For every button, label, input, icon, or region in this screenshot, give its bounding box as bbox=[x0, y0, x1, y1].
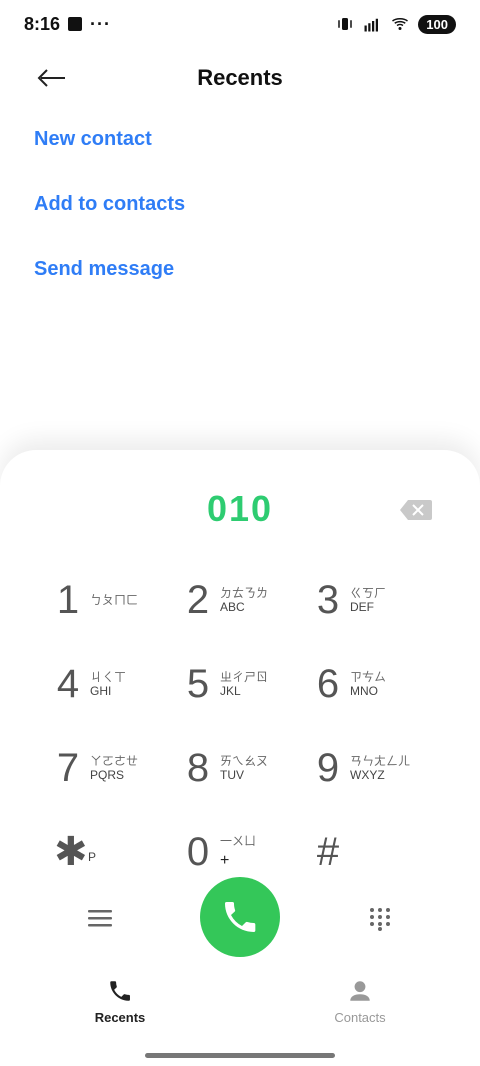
key-7-sub: ㄚㄛㄜㄝ PQRS bbox=[90, 754, 138, 782]
key-4-sub: ㄐㄑㄒ GHI bbox=[90, 670, 126, 698]
send-message-link[interactable]: Send message bbox=[34, 258, 185, 281]
square-icon bbox=[68, 17, 83, 31]
key-2-letters: ABC bbox=[220, 600, 245, 614]
key-5-letters: JKL bbox=[220, 684, 241, 698]
key-4-letters: GHI bbox=[90, 684, 112, 698]
battery-level: 100 bbox=[426, 16, 448, 32]
dialpad-icon bbox=[370, 908, 390, 931]
key-2-sub: ㄉㄊㄋㄌ ABC bbox=[220, 586, 268, 614]
key-1[interactable]: 1 ㄅㄆㄇㄈ bbox=[54, 565, 166, 635]
key-9-digit: 9 bbox=[316, 745, 340, 790]
key-0-zh: 一ㄨㄩ bbox=[220, 834, 257, 848]
dialer-controls bbox=[0, 868, 480, 968]
tab-recents[interactable]: Recents bbox=[60, 966, 180, 1036]
tab-contacts[interactable]: Contacts bbox=[300, 966, 420, 1036]
key-6-letters: MNO bbox=[350, 684, 378, 698]
key-7-zh: ㄚㄛㄜㄝ bbox=[90, 754, 139, 768]
menu-icon bbox=[88, 910, 112, 927]
key-0-sub: 一ㄨㄩ + bbox=[220, 834, 256, 870]
status-dots: ··· bbox=[90, 13, 112, 34]
keypad-row-1: 1 ㄅㄆㄇㄈ 2 ㄉㄊㄋㄌ ABC 3 ㄍㄎㄏ DEF bbox=[0, 558, 480, 642]
key-3-digit: 3 bbox=[316, 577, 340, 622]
backspace-button[interactable] bbox=[398, 498, 434, 522]
status-bar: 8:16 ··· 100 bbox=[0, 0, 480, 48]
arrow-left-icon bbox=[37, 69, 65, 87]
battery-indicator: 100 bbox=[418, 14, 456, 34]
key-1-sub: ㄅㄆㄇㄈ bbox=[90, 593, 138, 607]
key-7[interactable]: 7 ㄚㄛㄜㄝ PQRS bbox=[54, 733, 166, 803]
keypad-row-2: 4 ㄐㄑㄒ GHI 5 ㄓㄔㄕㄖ JKL 6 ㄗㄘㄙ MNO bbox=[0, 642, 480, 726]
call-button[interactable] bbox=[200, 877, 280, 957]
key-8[interactable]: 8 ㄞㄟㄠㄡ TUV bbox=[184, 733, 296, 803]
dialer-sheet: 010 1 ㄅㄆㄇㄈ 2 ㄉㄊㄋㄌ ABC 3 ㄍㄎㄏ DEF 4 ㄐㄑㄒ GH… bbox=[0, 450, 480, 1066]
key-2-digit: 2 bbox=[186, 577, 210, 622]
add-to-contacts-link[interactable]: Add to contacts bbox=[34, 193, 185, 216]
key-9-zh: ㄢㄣㄤㄥㄦ bbox=[350, 754, 411, 768]
key-5-zh: ㄓㄔㄕㄖ bbox=[220, 670, 269, 684]
person-icon bbox=[350, 980, 370, 1001]
key-3-zh: ㄍㄎㄏ bbox=[350, 586, 387, 600]
back-button[interactable] bbox=[32, 62, 72, 94]
header: Recents bbox=[0, 52, 480, 104]
bottom-nav: Recents Contacts bbox=[0, 966, 480, 1046]
key-5-sub: ㄓㄔㄕㄖ JKL bbox=[220, 670, 268, 698]
key-4-digit: 4 bbox=[56, 661, 80, 706]
key-1-digit: 1 bbox=[56, 577, 80, 622]
keypad-row-3: 7 ㄚㄛㄜㄝ PQRS 8 ㄞㄟㄠㄡ TUV 9 ㄢㄣㄤㄥㄦ WXYZ bbox=[0, 726, 480, 810]
key-9-sub: ㄢㄣㄤㄥㄦ WXYZ bbox=[350, 754, 410, 782]
keypad: 1 ㄅㄆㄇㄈ 2 ㄉㄊㄋㄌ ABC 3 ㄍㄎㄏ DEF 4 ㄐㄑㄒ GHI 5 … bbox=[0, 558, 480, 875]
key-6-digit: 6 bbox=[316, 661, 340, 706]
key-5-digit: 5 bbox=[186, 661, 210, 706]
key-6[interactable]: 6 ㄗㄘㄙ MNO bbox=[314, 649, 426, 719]
key-7-letters: PQRS bbox=[90, 768, 125, 782]
phone-icon bbox=[225, 902, 256, 932]
tab-recents-label: Recents bbox=[94, 1009, 146, 1025]
status-right: 100 bbox=[336, 14, 456, 34]
home-indicator[interactable] bbox=[145, 1053, 335, 1058]
key-8-sub: ㄞㄟㄠㄡ TUV bbox=[220, 754, 268, 782]
key-7-digit: 7 bbox=[56, 745, 80, 790]
key-2[interactable]: 2 ㄉㄊㄋㄌ ABC bbox=[184, 565, 296, 635]
key-3[interactable]: 3 ㄍㄎㄏ DEF bbox=[314, 565, 426, 635]
key-2-zh: ㄉㄊㄋㄌ bbox=[220, 586, 269, 600]
key-9[interactable]: 9 ㄢㄣㄤㄥㄦ WXYZ bbox=[314, 733, 426, 803]
key-5[interactable]: 5 ㄓㄔㄕㄖ JKL bbox=[184, 649, 296, 719]
key-9-letters: WXYZ bbox=[350, 768, 385, 782]
dialpad-toggle-button[interactable] bbox=[360, 898, 400, 938]
actions: New contact Add to contacts Send message bbox=[34, 128, 185, 323]
signal-icon bbox=[364, 18, 379, 32]
menu-button[interactable] bbox=[80, 898, 120, 938]
status-time: 8:16 bbox=[24, 13, 61, 34]
backspace-icon bbox=[400, 500, 432, 520]
key-3-sub: ㄍㄎㄏ DEF bbox=[350, 586, 386, 614]
key-4-zh: ㄐㄑㄒ bbox=[90, 670, 127, 684]
vibrate-icon bbox=[338, 18, 353, 30]
new-contact-link[interactable]: New contact bbox=[34, 128, 185, 151]
page-title: Recents bbox=[197, 65, 283, 90]
tab-contacts-label: Contacts bbox=[334, 1009, 386, 1025]
key-3-letters: DEF bbox=[350, 600, 374, 614]
key-8-letters: TUV bbox=[220, 768, 244, 782]
wifi-icon bbox=[392, 18, 409, 30]
key-8-zh: ㄞㄟㄠㄡ bbox=[220, 754, 269, 768]
key-star-sub: P bbox=[88, 850, 97, 864]
key-6-zh: ㄗㄘㄙ bbox=[350, 670, 387, 684]
phone-icon bbox=[110, 980, 130, 1001]
status-left: 8:16 ··· bbox=[24, 14, 111, 35]
key-1-zh: ㄅㄆㄇㄈ bbox=[90, 593, 139, 607]
key-6-sub: ㄗㄘㄙ MNO bbox=[350, 670, 386, 698]
key-4[interactable]: 4 ㄐㄑㄒ GHI bbox=[54, 649, 166, 719]
key-8-digit: 8 bbox=[186, 745, 210, 790]
